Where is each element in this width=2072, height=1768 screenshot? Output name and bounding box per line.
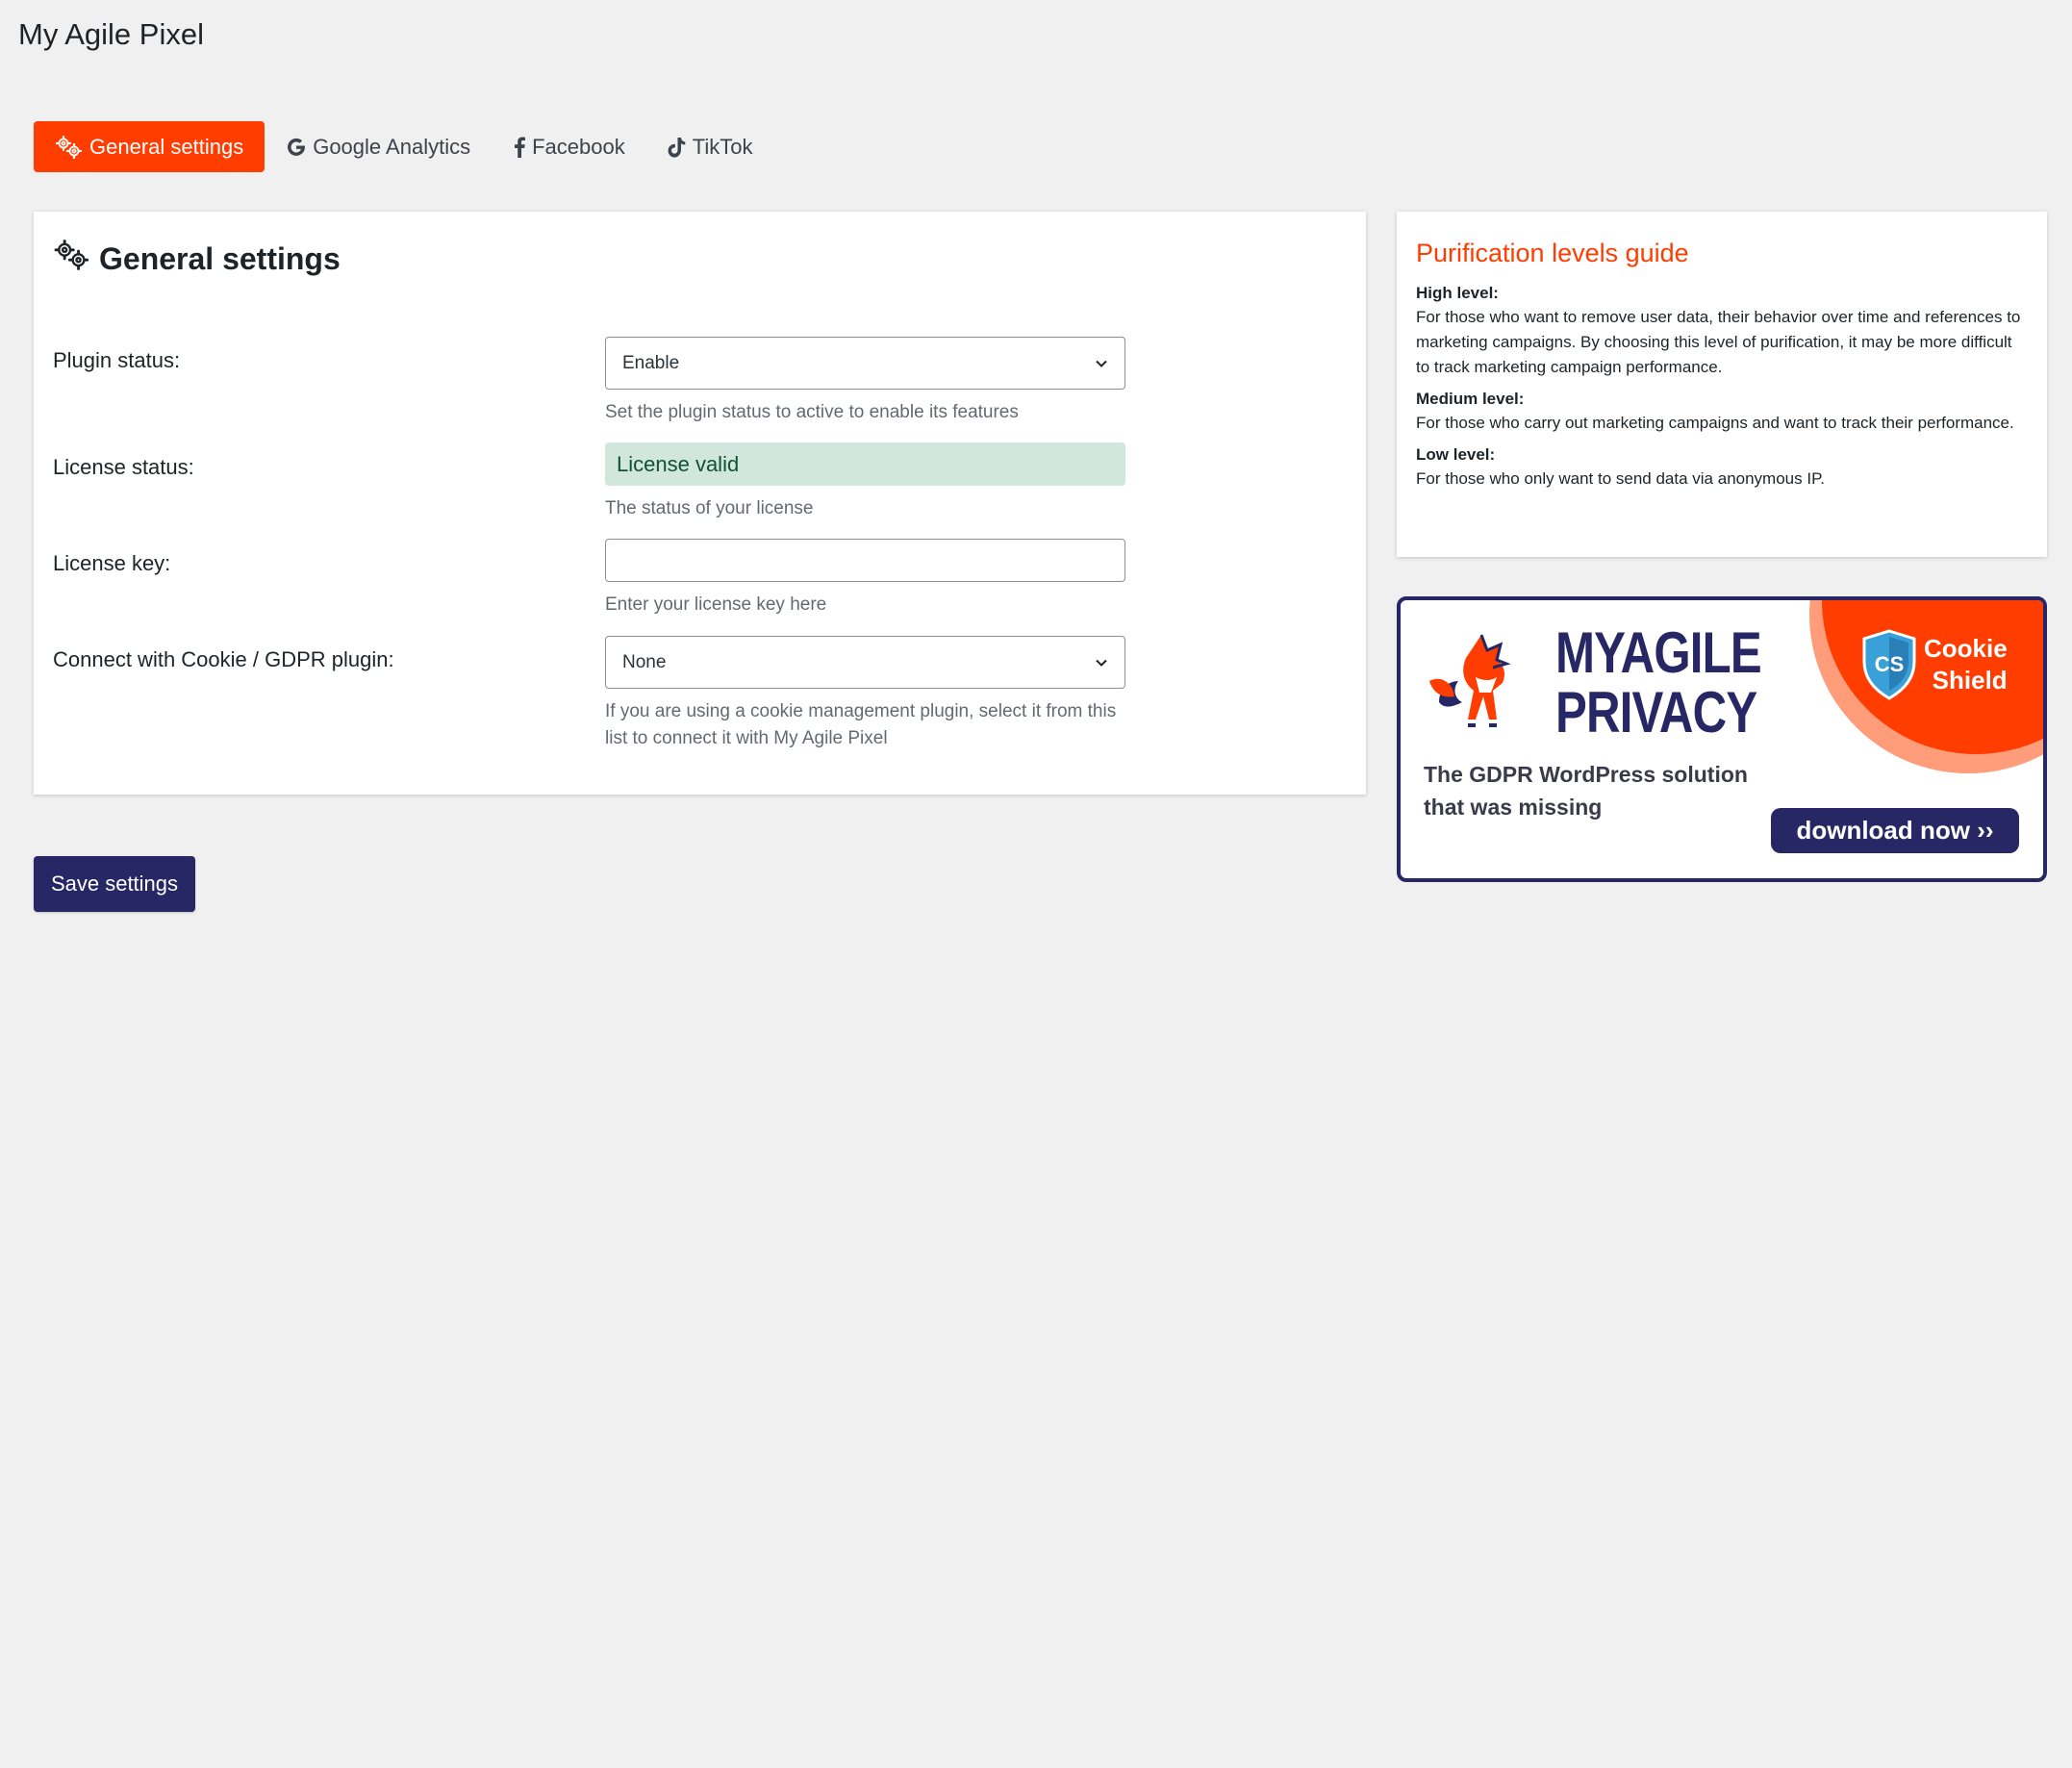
shield-letters: CS <box>1875 652 1905 676</box>
tab-tiktok[interactable]: TikTok <box>646 121 774 172</box>
tab-label: Google Analytics <box>313 134 471 159</box>
banner-tagline: The GDPR WordPress solution that was mis… <box>1424 762 1748 820</box>
license-status-help: The status of your license <box>605 498 814 518</box>
download-now-button[interactable]: download now ›› <box>1771 808 2019 853</box>
license-status-badge: License valid <box>605 442 1125 486</box>
cookie-plugin-help: If you are using a cookie management plu… <box>605 701 1117 748</box>
chevron-down-icon <box>1096 659 1107 667</box>
license-status-label: License status: <box>53 455 194 479</box>
cookie-shield-label: Cookie Shield <box>1924 633 2008 696</box>
purification-guide-panel: Purification levels guide High level: Fo… <box>1397 212 2047 557</box>
cookie-plugin-label: Connect with Cookie / GDPR plugin: <box>53 647 394 671</box>
banner-brand-line1: MYAGILE <box>1555 620 1762 685</box>
plugin-status-help: Set the plugin status to active to enabl… <box>605 402 1019 422</box>
general-settings-panel: General settings Plugin status: Enable S… <box>34 212 1366 795</box>
license-key-field: Enter your license key here <box>605 539 1125 619</box>
google-icon <box>286 137 307 158</box>
section-heading: General settings <box>53 239 341 279</box>
fox-logo-icon <box>1429 634 1511 727</box>
guide-level-name: Medium level: <box>1416 390 1525 408</box>
cookie-shield-line2: Shield <box>1932 666 2008 695</box>
license-status-field: License valid The status of your license <box>605 442 1125 522</box>
facebook-icon <box>513 136 526 158</box>
tab-label: General settings <box>89 134 244 159</box>
gears-icon <box>55 135 84 160</box>
myagile-privacy-banner[interactable]: MYAGILE PRIVACY The GDPR WordPress solut… <box>1397 596 2047 882</box>
plugin-status-field: Enable Set the plugin status to active t… <box>605 337 1125 426</box>
tab-general-settings[interactable]: General settings <box>34 121 265 172</box>
tab-google-analytics[interactable]: Google Analytics <box>265 121 492 172</box>
tab-label: Facebook <box>532 134 625 159</box>
save-settings-button[interactable]: Save settings <box>34 856 195 912</box>
cookie-plugin-value: None <box>622 651 667 672</box>
guide-level-name: Low level: <box>1416 445 1496 464</box>
license-key-input[interactable] <box>605 539 1125 582</box>
guide-level-text: For those who carry out marketing campai… <box>1416 414 2014 432</box>
cookie-plugin-select[interactable]: None <box>605 636 1125 689</box>
page-title: My Agile Pixel <box>18 17 204 51</box>
license-key-label: License key: <box>53 551 171 575</box>
cookie-plugin-field: None If you are using a cookie managemen… <box>605 636 1125 752</box>
guide-title: Purification levels guide <box>1416 239 1689 267</box>
cookie-shield-line1: Cookie <box>1924 634 2008 663</box>
license-key-help: Enter your license key here <box>605 594 827 615</box>
guide-level-text: For those who only want to send data via… <box>1416 469 1825 488</box>
tab-label: TikTok <box>692 134 753 159</box>
chevron-down-icon <box>1096 360 1107 367</box>
plugin-status-value: Enable <box>622 352 680 373</box>
banner-brand-line2: PRIVACY <box>1555 680 1757 745</box>
plugin-status-select[interactable]: Enable <box>605 337 1125 390</box>
section-heading-text: General settings <box>99 240 341 276</box>
guide-level-name: High level: <box>1416 284 1499 302</box>
cookie-shield-icon: CS <box>1862 629 1916 700</box>
guide-level-text: For those who want to remove user data, … <box>1416 308 2021 376</box>
plugin-status-label: Plugin status: <box>53 348 181 372</box>
gears-icon <box>53 239 91 279</box>
tab-facebook[interactable]: Facebook <box>492 121 646 172</box>
tab-bar: General settings Google Analytics Facebo… <box>34 121 773 172</box>
tiktok-icon <box>668 137 687 158</box>
